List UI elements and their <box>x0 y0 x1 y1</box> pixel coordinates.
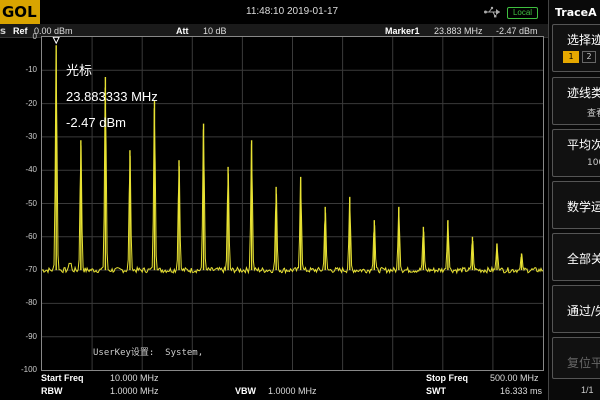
select-trace-label: 选择迹 <box>567 33 600 47</box>
trace-2-button[interactable]: 2 <box>582 51 596 63</box>
clear-all-key[interactable]: 全部关 <box>552 233 600 281</box>
y-tick-label: 0 <box>32 32 37 41</box>
rbw-value[interactable]: 1.0000 MHz <box>110 386 159 396</box>
usb-icon <box>484 6 500 18</box>
swt-label: SWT <box>426 386 446 396</box>
marker-readout-freq: 23.883333 MHz <box>66 89 158 104</box>
y-tick-label: -50 <box>25 198 37 208</box>
y-tick-label: -80 <box>25 298 37 308</box>
start-freq-value[interactable]: 10.000 MHz <box>110 373 159 383</box>
y-tick-label: -90 <box>25 331 37 341</box>
avg-count-label: 平均次 <box>567 138 600 152</box>
math-key[interactable]: 数学运 <box>552 181 600 229</box>
avg-count-value: 100 <box>587 158 600 168</box>
settings-footer: Start Freq 10.000 MHz Stop Freq 500.00 M… <box>0 372 548 400</box>
swt-value[interactable]: 16.333 ms <box>500 386 542 396</box>
y-tick-label: -60 <box>25 231 37 241</box>
stop-freq-value[interactable]: 500.00 MHz <box>490 373 539 383</box>
brand-logo: GOL <box>0 0 40 24</box>
start-freq-label: Start Freq <box>41 373 84 383</box>
stop-freq-label: Stop Freq <box>426 373 468 383</box>
marker-1-icon[interactable] <box>52 37 60 45</box>
marker-readout: 光标 23.883333 MHz -2.47 dBm <box>66 58 158 136</box>
pass-fail-label: 通过/失 <box>567 304 600 318</box>
vbw-value[interactable]: 1.0000 MHz <box>268 386 317 396</box>
y-tick-label: -20 <box>25 98 37 108</box>
marker-readout-level: -2.47 dBm <box>66 115 126 130</box>
pass-fail-key[interactable]: 通过/失 <box>552 285 600 333</box>
y-tick-label: -70 <box>25 265 37 275</box>
trace-type-key[interactable]: 迹线类 查看 <box>552 77 600 125</box>
trace-1-button[interactable]: 1 <box>563 51 579 63</box>
vbw-label: VBW <box>235 386 256 396</box>
reset-key[interactable]: 复位平 <box>552 337 600 379</box>
trace-type-label: 迹线类 <box>567 86 600 100</box>
select-trace-key[interactable]: 选择迹 1 2 <box>552 24 600 72</box>
softkey-panel-title: TraceA <box>555 6 597 19</box>
clear-all-label: 全部关 <box>567 252 600 266</box>
marker-readout-title: 光标 <box>66 63 93 78</box>
reset-label: 复位平 <box>567 356 600 370</box>
y-tick-label: -10 <box>25 65 37 75</box>
y-tick-label: -30 <box>25 131 37 141</box>
title-bar: GOL 11:48:10 2019-01-17 Local <box>0 0 548 24</box>
trace-type-value: 查看 <box>587 109 600 119</box>
softkey-panel: TraceA 选择迹 1 2 迹线类 查看 平均次 100 数学运 全部关 通过… <box>548 0 600 400</box>
local-badge: Local <box>507 7 538 19</box>
math-label: 数学运 <box>567 200 600 214</box>
y-tick-label: -40 <box>25 165 37 175</box>
datetime: 11:48:10 2019-01-17 <box>246 6 339 17</box>
page-indicator: 1/1 <box>581 385 594 395</box>
rbw-label: RBW <box>41 386 63 396</box>
userkey-text: UserKey设置: System, <box>93 348 204 358</box>
avg-count-key[interactable]: 平均次 100 <box>552 129 600 177</box>
